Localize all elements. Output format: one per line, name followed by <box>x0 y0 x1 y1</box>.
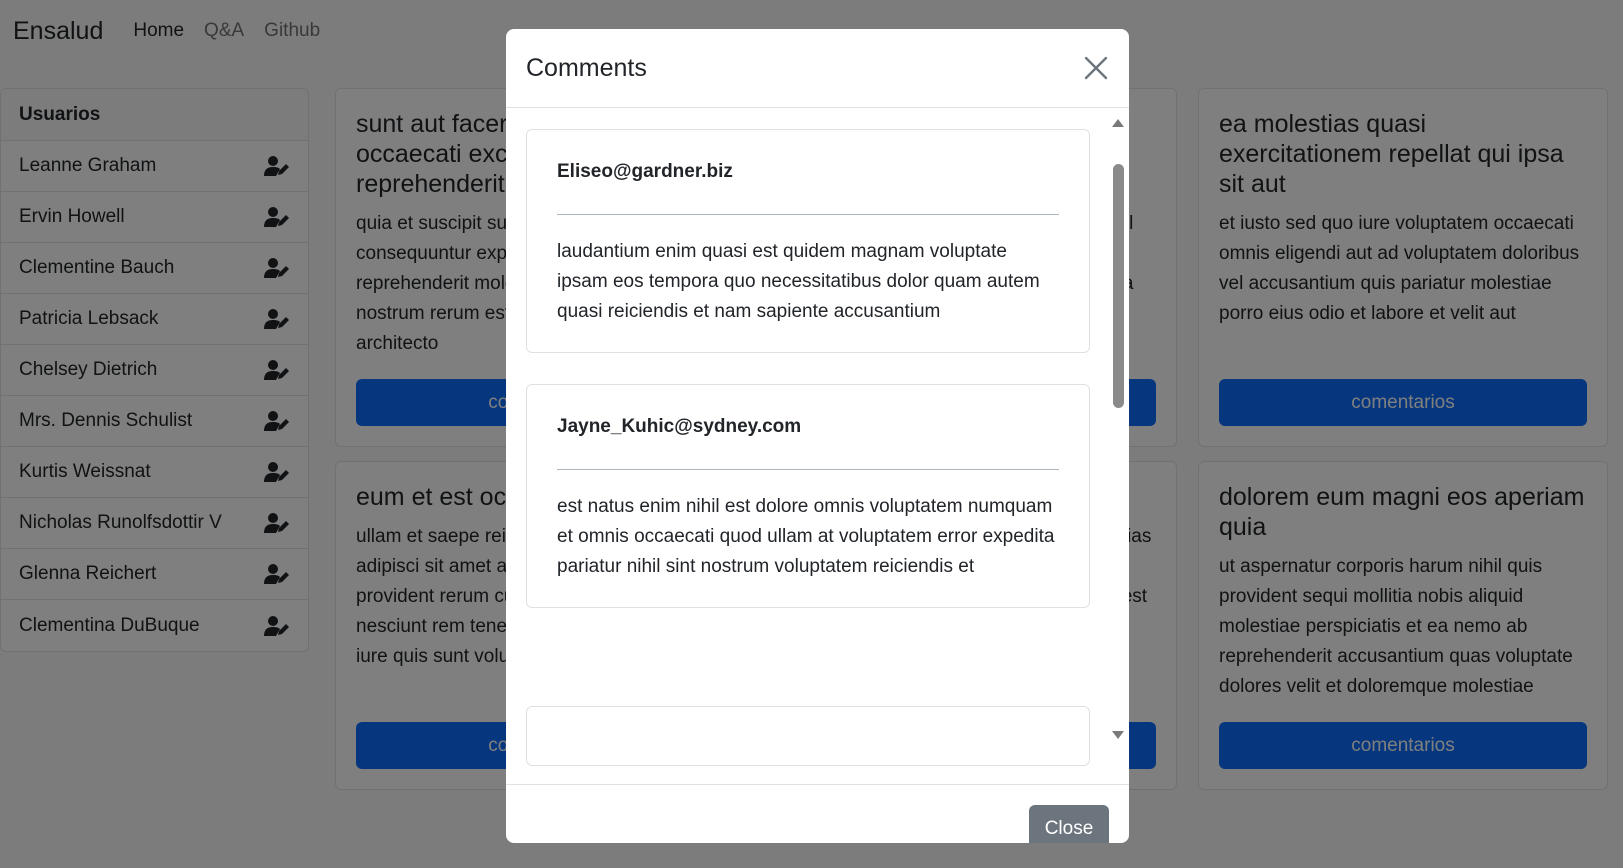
modal-header: Comments <box>506 29 1129 108</box>
modal-body[interactable]: Eliseo@gardner.biz laudantium enim quasi … <box>506 109 1129 784</box>
comments-modal: Comments Eliseo@gardner.biz laudantium en… <box>506 29 1129 843</box>
scroll-thumb[interactable] <box>1113 164 1124 408</box>
comment-card-partial <box>526 706 1090 766</box>
close-button[interactable]: Close <box>1029 805 1109 843</box>
scroll-up-arrow-icon[interactable] <box>1112 119 1124 127</box>
comment-email: Eliseo@gardner.biz <box>557 160 1059 215</box>
scroll-down-arrow-icon[interactable] <box>1112 731 1124 739</box>
modal-footer: Close <box>506 784 1129 843</box>
close-icon[interactable] <box>1083 55 1109 81</box>
comments-list: Eliseo@gardner.biz laudantium enim quasi … <box>526 129 1090 639</box>
comment-card: Eliseo@gardner.biz laudantium enim quasi … <box>526 129 1090 353</box>
comment-body: laudantium enim quasi est quidem magnam … <box>557 241 1040 322</box>
comment-card: Jayne_Kuhic@sydney.comest natus enim nih… <box>526 384 1090 608</box>
modal-title: Comments <box>526 53 647 82</box>
comment-email: Jayne_Kuhic@sydney.com <box>557 415 1059 470</box>
modal-scrollbar[interactable] <box>1109 109 1129 759</box>
comment-body: est natus enim nihil est dolore omnis vo… <box>557 496 1055 577</box>
